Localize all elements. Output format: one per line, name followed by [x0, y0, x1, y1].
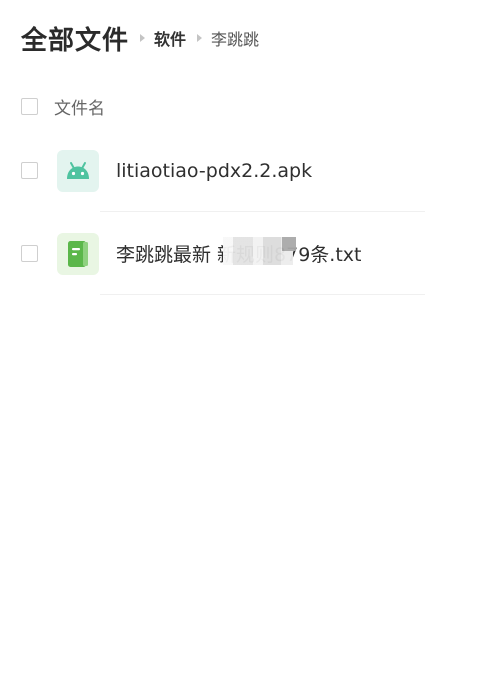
file-row[interactable]: litiaotiao-pdx2.2.apk	[0, 129, 488, 212]
android-icon	[57, 149, 99, 192]
redaction-mask	[223, 237, 296, 265]
breadcrumb: 全部文件 软件 李跳跳	[21, 18, 259, 58]
file-list-header: 文件名	[0, 86, 488, 126]
row-divider	[100, 294, 425, 295]
file-name[interactable]: 李跳跳最新 新规则879条.txt	[116, 237, 362, 267]
file-browser-page: 全部文件 软件 李跳跳 文件名 litiaotiao-pdx2.2.apk 李跳…	[0, 0, 488, 681]
breadcrumb-separator-icon	[197, 34, 203, 42]
file-name[interactable]: litiaotiao-pdx2.2.apk	[116, 160, 312, 182]
select-all-checkbox[interactable]	[21, 97, 38, 115]
breadcrumb-separator-icon	[140, 34, 146, 42]
breadcrumb-current-folder: 李跳跳	[211, 30, 260, 49]
breadcrumb-folder-software[interactable]: 软件	[154, 26, 186, 50]
file-row[interactable]: 李跳跳最新 新规则879条.txt	[0, 212, 488, 295]
breadcrumb-root[interactable]: 全部文件	[21, 20, 129, 57]
file-select-checkbox[interactable]	[21, 245, 38, 262]
column-header-filename[interactable]: 文件名	[54, 94, 105, 119]
text-document-icon	[57, 232, 99, 275]
file-select-checkbox[interactable]	[21, 162, 38, 179]
